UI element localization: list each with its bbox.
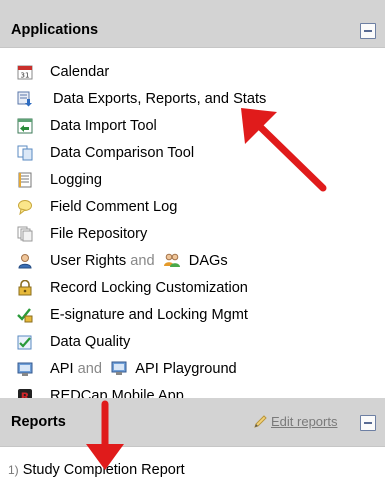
dags-link[interactable]: DAGs [189,253,228,269]
and-separator: and [130,253,155,269]
record-locking-icon [18,280,32,296]
data-quality-icon [17,335,32,350]
app-item-label: Record Locking Customization [50,280,248,296]
app-item-label: Calendar [50,64,110,80]
app-item-label: Data Quality [50,334,131,350]
dags-icon [163,253,180,267]
svg-text:31: 31 [21,72,30,80]
app-item-label: Field Comment Log [50,199,178,215]
report-number: 1) [8,463,19,477]
reports-collapse-button[interactable] [360,415,376,431]
user-rights-icon [18,254,32,269]
esignature-icon [17,308,33,323]
api-icon [17,362,33,376]
data-comparison-icon [17,145,33,161]
and-separator: and [77,361,102,377]
app-item-label: Logging [50,172,102,188]
app-item-label: File Repository [50,226,148,242]
api-link[interactable]: API [50,361,74,377]
annotation-arrow-down [86,400,124,470]
data-exports-icon [17,91,32,107]
applications-collapse-button[interactable] [360,23,376,39]
annotation-arrow-up-left [241,108,327,192]
file-repository-icon [17,226,33,242]
app-item-label: E-signature and Locking Mgmt [50,307,248,323]
app-item-label: Data Import Tool [50,118,157,134]
applications-header: Applications [0,0,385,48]
logging-icon [18,172,32,188]
user-rights-link[interactable]: User Rights [50,253,126,269]
calendar-icon: 31 [17,65,33,80]
api-playground-icon [111,361,127,375]
applications-title: Applications [11,22,99,38]
data-import-icon [17,118,33,134]
api-playground-link[interactable]: API Playground [135,361,236,377]
edit-reports-link[interactable]: Edit reports [271,414,337,429]
field-comment-icon [18,200,32,215]
reports-header: Reports Edit reports [0,398,385,447]
app-item-label: Data Comparison Tool [50,145,195,161]
reports-title: Reports [11,414,66,430]
pencil-icon [254,415,267,428]
